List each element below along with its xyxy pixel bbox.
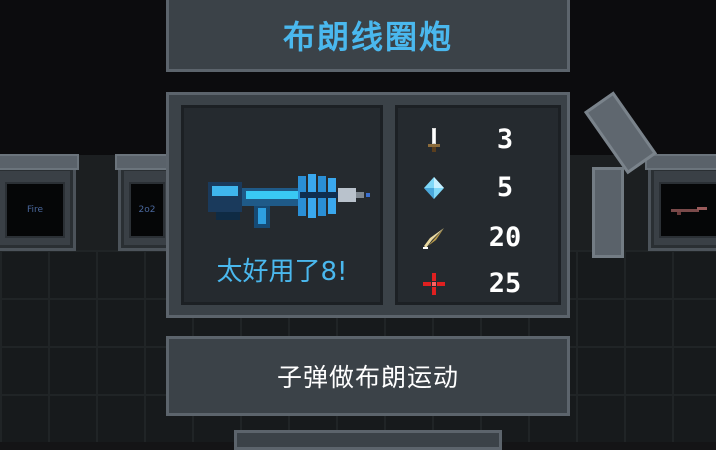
stat-energy: 5 [398, 168, 558, 208]
display-case-label: 2o2 [138, 205, 156, 215]
bottom-action-button[interactable] [234, 430, 502, 450]
stat-energy-value: 5 [496, 172, 514, 203]
weapon-display-case [645, 154, 716, 251]
feather-icon [423, 228, 444, 249]
stat-accuracy: 25 [398, 264, 558, 304]
display-case-label: Fire [26, 205, 44, 215]
weapon-name: 布朗线圈炮 [282, 17, 453, 56]
background-pipe [580, 91, 658, 258]
weapon-stats: 3 5 20 25 [395, 105, 561, 305]
weapon-preview: 太好用了8! [181, 105, 383, 305]
coil-gun-icon [208, 174, 370, 228]
sword-icon [428, 128, 440, 152]
stat-critical: 20 [398, 218, 558, 258]
stat-damage-value: 3 [496, 124, 514, 155]
weapon-info-panel: 太好用了8! 3 5 20 25 [166, 92, 570, 318]
stat-critical-value: 20 [488, 222, 522, 253]
weapon-display-case: Fire [0, 154, 79, 251]
weapon-description: 子弹做布朗运动 [276, 363, 459, 392]
weapon-title-panel: 布朗线圈炮 [166, 0, 570, 72]
crystal-icon [424, 177, 444, 199]
stat-damage: 3 [398, 120, 558, 160]
crosshair-icon [423, 273, 445, 295]
gun-silhouette-icon [671, 207, 707, 215]
stat-accuracy-value: 25 [488, 268, 522, 299]
weapon-quote: 太好用了8! [216, 257, 348, 287]
weapon-description-panel: 子弹做布朗运动 [166, 336, 570, 416]
